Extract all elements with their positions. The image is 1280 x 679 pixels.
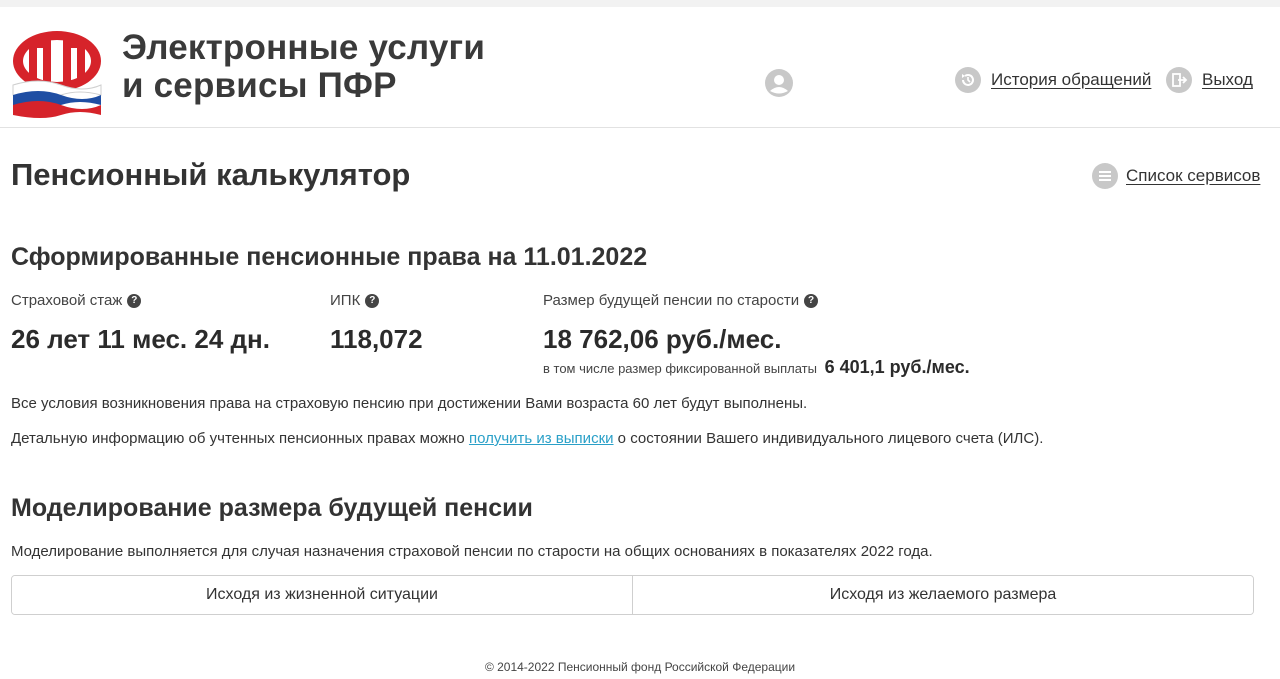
ipk-label: ИПК ? [330, 292, 380, 309]
insurance-stazh-label: Страховой стаж ? [11, 292, 142, 309]
future-pension-label: Размер будущей пенсии по старости ? [543, 292, 819, 309]
detail-info-before: Детальную информацию об учтенных пенсион… [11, 430, 469, 447]
ipk-help-icon[interactable]: ? [365, 293, 380, 308]
exit-link[interactable]: Выход [1166, 67, 1253, 93]
detail-info-text: Детальную информацию об учтенных пенсион… [11, 430, 1043, 447]
modeling-description: Моделирование выполняется для случая наз… [11, 543, 933, 560]
pension-rights-title: Сформированные пенсионные права на 11.01… [11, 243, 648, 271]
page-title: Пенсионный калькулятор [11, 157, 411, 192]
pfr-logo-icon[interactable] [9, 23, 105, 123]
fixed-payment-line: в том числе размер фиксированной выплаты… [543, 357, 970, 378]
user-avatar-icon[interactable] [765, 69, 793, 97]
detail-info-after: о состоянии Вашего индивидуального лицев… [613, 430, 1044, 447]
insurance-stazh-label-text: Страховой стаж [11, 292, 123, 309]
stazh-help-icon[interactable]: ? [127, 293, 142, 308]
fixed-payment-prefix: в том числе размер фиксированной выплаты [543, 361, 817, 376]
services-list-link[interactable]: Список сервисов [1092, 163, 1260, 189]
modeling-tabs: Исходя из жизненной ситуации Исходя из ж… [11, 575, 1254, 615]
tab-desired-amount[interactable]: Исходя из желаемого размера [632, 576, 1253, 614]
pension-help-icon[interactable]: ? [804, 293, 819, 308]
ipk-value: 118,072 [330, 324, 423, 354]
site-title: Электронные услуги и сервисы ПФР [122, 29, 485, 105]
site-title-line1: Электронные услуги [122, 28, 486, 67]
site-title-line2: и сервисы ПФР [122, 66, 397, 105]
site-header: Электронные услуги и сервисы ПФР История… [0, 7, 1280, 128]
fixed-payment-value: 6 401,1 руб./мес. [824, 357, 970, 377]
modeling-title: Моделирование размера будущей пенсии [11, 494, 533, 522]
conditions-text: Все условия возникновения права на страх… [11, 395, 808, 412]
history-link[interactable]: История обращений [955, 67, 1151, 93]
future-pension-label-text: Размер будущей пенсии по старости [543, 292, 800, 309]
exit-icon [1166, 67, 1192, 93]
list-icon [1092, 163, 1118, 189]
insurance-stazh-value: 26 лет 11 мес. 24 дн. [11, 324, 270, 354]
services-list-label[interactable]: Список сервисов [1126, 166, 1260, 186]
statement-link[interactable]: получить из выписки [469, 430, 614, 447]
top-strip [0, 0, 1280, 7]
tab-life-situation[interactable]: Исходя из жизненной ситуации [12, 576, 632, 614]
ipk-label-text: ИПК [330, 292, 361, 309]
footer-copyright: © 2014-2022 Пенсионный фонд Российской Ф… [484, 660, 796, 674]
future-pension-value: 18 762,06 руб./мес. [543, 324, 782, 354]
exit-link-label[interactable]: Выход [1202, 70, 1253, 90]
history-link-label[interactable]: История обращений [991, 70, 1151, 90]
history-icon [955, 67, 981, 93]
